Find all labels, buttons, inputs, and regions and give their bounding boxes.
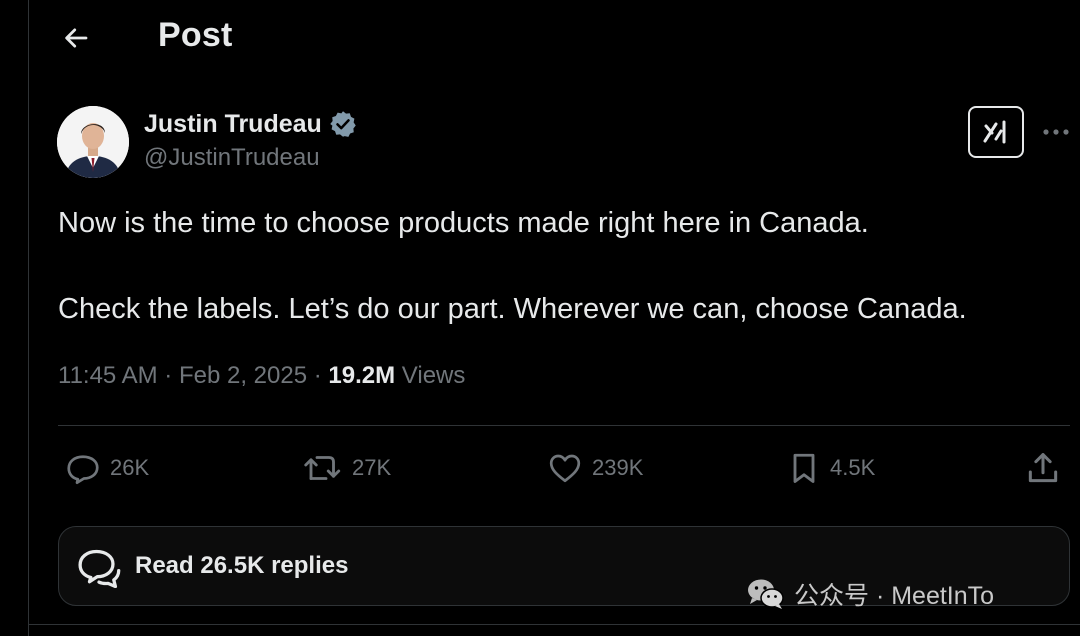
post-date[interactable]: Feb 2, 2025	[179, 362, 307, 389]
repost-icon	[304, 456, 341, 480]
repost-button[interactable]: 27K	[302, 448, 391, 488]
meta-separator: ·	[313, 362, 329, 389]
reply-count: 26K	[110, 455, 150, 480]
timeline-border	[28, 0, 29, 636]
back-button[interactable]	[56, 18, 96, 58]
post-time[interactable]: 11:45 AM	[58, 362, 158, 389]
post-text-line: Check the labels. Let’s do our part. Whe…	[58, 293, 967, 325]
author-name[interactable]: Justin Trudeau	[144, 110, 322, 139]
more-dots-icon	[1043, 129, 1069, 135]
like-button[interactable]: 239K	[546, 448, 643, 488]
post-text-line: Now is the time to choose products made …	[58, 207, 869, 239]
back-arrow-icon	[65, 28, 88, 48]
share-button[interactable]	[1024, 448, 1062, 488]
bookmark-icon	[793, 453, 815, 483]
more-options-button[interactable]	[1036, 114, 1076, 150]
heart-icon	[549, 454, 581, 483]
bookmark-button[interactable]: 4.5K	[786, 448, 875, 488]
share-icon	[1028, 453, 1058, 483]
divider	[58, 425, 1070, 426]
views-count[interactable]: 19.2M	[328, 362, 395, 389]
post-header: Post	[0, 0, 1080, 78]
bookmark-count: 4.5K	[830, 455, 876, 480]
verified-badge-icon	[328, 109, 358, 139]
meta-separator: ·	[164, 362, 179, 389]
bottom-border	[28, 624, 1080, 625]
avatar[interactable]	[57, 106, 129, 178]
reply-button[interactable]: 26K	[64, 448, 149, 488]
read-replies-label: Read 26.5K replies	[135, 552, 349, 579]
grok-button[interactable]	[968, 106, 1024, 158]
post-meta: 11:45 AM · Feb 2, 2025 · 19.2M Views	[58, 362, 465, 390]
post-text: Now is the time to choose products made …	[58, 205, 1058, 327]
views-label: Views	[401, 362, 466, 389]
author-handle[interactable]: @JustinTrudeau	[144, 144, 320, 172]
author-name-row: Justin Trudeau	[144, 109, 358, 139]
reply-bubble-icon	[67, 455, 99, 485]
like-count: 239K	[592, 455, 644, 480]
page-title: Post	[158, 16, 233, 54]
repost-count: 27K	[352, 455, 392, 480]
grok-icon	[983, 120, 1006, 144]
watermark: 公众号 · MeetInTo	[746, 576, 994, 612]
avatar-portrait	[57, 106, 129, 178]
replies-bubble-icon	[75, 542, 123, 590]
wechat-icon	[748, 579, 784, 609]
watermark-text: 公众号 · MeetInTo	[794, 582, 995, 610]
